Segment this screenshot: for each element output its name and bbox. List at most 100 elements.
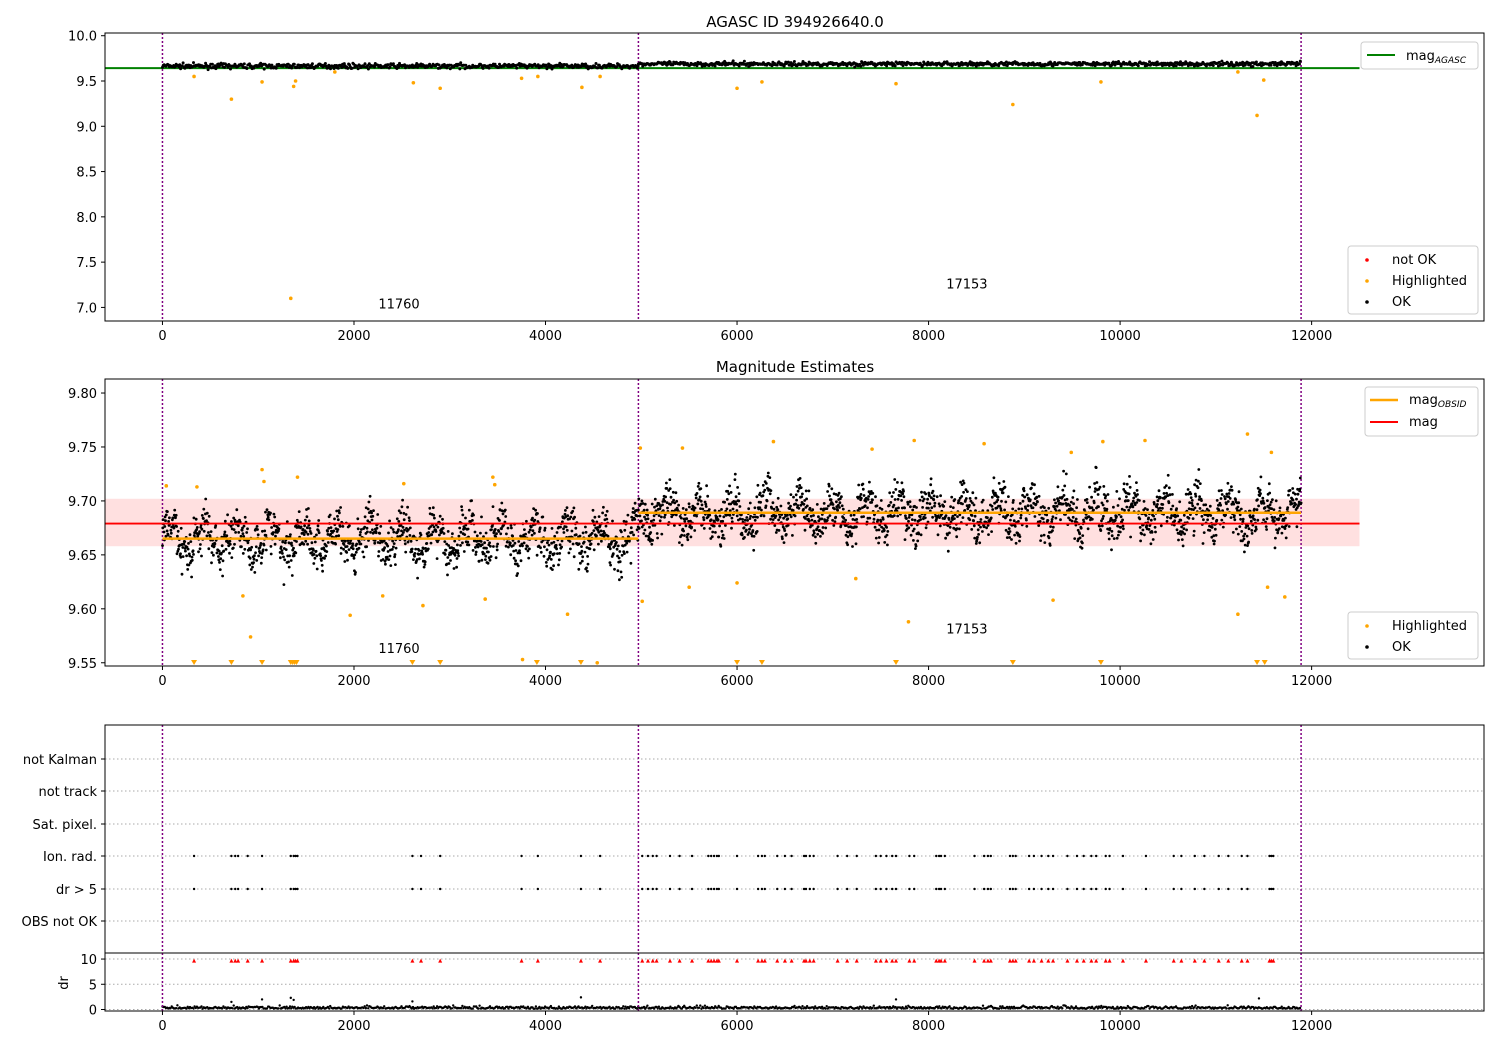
ok-point: [525, 519, 528, 523]
ok-point: [972, 519, 975, 523]
ok-point: [953, 498, 957, 501]
legend-label-mag: mag: [1409, 415, 1438, 430]
ok-point: [1041, 517, 1045, 521]
ok-point: [976, 528, 980, 532]
highlighted-point: [492, 482, 497, 487]
ok-point: [726, 489, 730, 493]
ok-point: [374, 531, 378, 535]
ok-point: [491, 505, 495, 508]
flag-marker: [776, 887, 779, 891]
ok-point: [317, 519, 321, 522]
ok-point: [658, 507, 662, 511]
ok-point: [686, 532, 690, 536]
ok-point: [584, 525, 587, 529]
ok-point: [968, 518, 972, 522]
ok-point: [642, 508, 646, 512]
ok-point: [324, 554, 327, 558]
ok-point: [363, 515, 367, 519]
ok-point: [1074, 517, 1078, 521]
ok-point: [432, 513, 436, 517]
ok-point: [312, 553, 316, 556]
highlighted-point: [1051, 598, 1055, 602]
ok-point: [743, 536, 746, 539]
flag-marker: [790, 887, 793, 891]
flag-marker: [1008, 854, 1012, 858]
dr-point: [277, 1007, 280, 1010]
ok-point: [1072, 502, 1075, 506]
ok-point: [523, 528, 526, 531]
ok-point: [683, 534, 686, 537]
ok-point: [463, 533, 467, 536]
ok-point: [866, 498, 870, 501]
ok-point: [453, 553, 457, 557]
ok-point: [623, 552, 626, 555]
ok-point: [1059, 518, 1062, 522]
ok-point: [1098, 524, 1101, 528]
flag-marker: [712, 887, 716, 891]
ok-point: [413, 554, 416, 558]
ok-point: [400, 505, 404, 509]
ok-point: [392, 530, 396, 534]
flag-marker: [234, 887, 237, 891]
ok-point: [1118, 530, 1122, 534]
ok-point: [509, 524, 513, 527]
ok-point: [702, 527, 706, 530]
ok-point: [737, 64, 741, 68]
ok-point: [273, 542, 277, 546]
ok-point: [868, 480, 871, 484]
ok-point: [838, 501, 842, 505]
ok-point: [1112, 537, 1116, 540]
ok-point: [890, 495, 894, 498]
ok-point: [1142, 500, 1146, 503]
ok-point: [375, 526, 379, 530]
flag-marker: [836, 854, 839, 858]
ok-point: [466, 540, 470, 544]
ok-point: [341, 525, 345, 528]
ok-point: [1112, 505, 1115, 509]
ok-point: [991, 508, 995, 511]
flag-markers: [192, 854, 1275, 891]
ok-point: [246, 541, 250, 545]
ok-point: [1129, 535, 1132, 539]
ok-point: [1107, 531, 1111, 535]
ok-point: [484, 558, 487, 561]
ok-point: [1239, 507, 1243, 511]
ok-point: [920, 495, 924, 499]
flag-marker: [1014, 854, 1017, 858]
ok-point: [683, 520, 687, 523]
ok-point: [304, 530, 308, 534]
ok-point: [765, 499, 769, 503]
ok-point: [534, 508, 537, 512]
ok-point: [859, 493, 863, 496]
ok-point: [827, 484, 831, 488]
ok-point: [1211, 517, 1215, 520]
below-axis-marker: [259, 660, 266, 665]
ok-point: [339, 506, 342, 509]
ok-point: [334, 542, 337, 546]
ok-point: [718, 524, 721, 528]
ok-point: [218, 561, 221, 564]
ok-point: [1071, 496, 1075, 499]
ok-point: [1022, 489, 1026, 493]
ok-point: [289, 533, 292, 536]
ok-point: [1147, 528, 1151, 531]
ok-point: [887, 503, 891, 507]
ok-point: [269, 511, 272, 515]
flag-marker: [678, 887, 681, 891]
ok-point: [305, 515, 309, 519]
ok-point: [572, 555, 576, 559]
highlighted-point: [735, 581, 739, 585]
ok-point: [1176, 514, 1180, 518]
ok-point: [764, 504, 768, 508]
ok-point: [185, 554, 189, 558]
ok-point: [777, 518, 780, 522]
ok-point: [370, 518, 374, 522]
ok-point: [677, 503, 680, 507]
ok-point: [487, 66, 491, 70]
flag-marker: [1272, 854, 1275, 858]
ok-point: [686, 538, 690, 542]
x-tick-label: 12000: [1291, 329, 1332, 344]
ok-point: [894, 488, 898, 491]
ok-point: [918, 498, 922, 502]
ok-point: [1110, 534, 1114, 538]
